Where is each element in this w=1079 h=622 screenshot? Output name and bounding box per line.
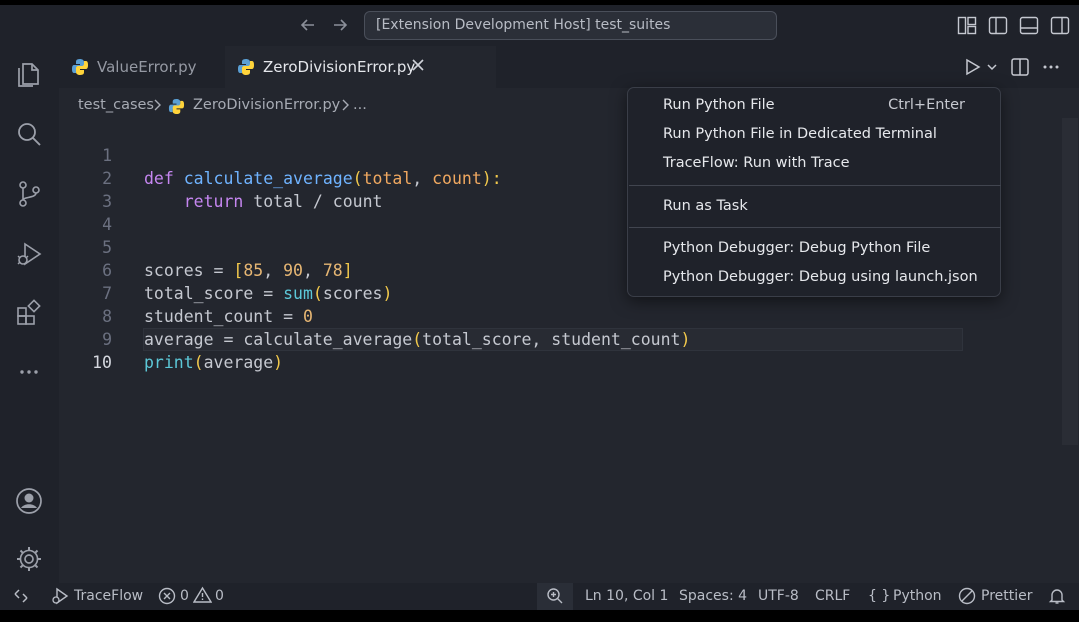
back-arrow-icon[interactable]: [298, 15, 318, 35]
sidebar-icon[interactable]: [988, 16, 1008, 35]
breadcrumb-file[interactable]: ZeroDivisionError.py: [193, 97, 340, 113]
run-menu: Run Python File Ctrl+Enter Run Python Fi…: [627, 87, 1001, 297]
line-number: 10: [92, 353, 112, 372]
encoding[interactable]: UTF-8: [758, 588, 799, 604]
forward-arrow-icon[interactable]: [330, 15, 350, 35]
tab-bar: ValueError.py ZeroDivisionError.py: [59, 46, 1079, 88]
tab-label: ValueError.py: [97, 58, 197, 76]
menu-shortcut: Ctrl+Enter: [888, 97, 965, 113]
bell-icon[interactable]: [1048, 587, 1066, 605]
split-editor-icon[interactable]: [1010, 57, 1030, 77]
menu-item-debug-launch-json[interactable]: Python Debugger: Debug using launch.json: [663, 269, 978, 291]
indentation[interactable]: Spaces: 4: [679, 588, 747, 604]
command-center[interactable]: [Extension Development Host] test_suites: [364, 11, 777, 40]
code-line: 10: [59, 328, 1059, 372]
settings-icon[interactable]: [14, 544, 44, 574]
menu-item-run-python-file[interactable]: Run Python File: [663, 97, 775, 119]
menu-item-run-as-task[interactable]: Run as Task: [663, 198, 748, 220]
language-braces: { }: [868, 588, 891, 604]
close-icon[interactable]: [411, 46, 425, 88]
vscode-window: [Extension Development Host] test_suites: [0, 5, 1079, 610]
explorer-icon[interactable]: [14, 60, 44, 90]
panel-icon[interactable]: [1019, 16, 1039, 35]
extensions-icon[interactable]: [14, 298, 44, 328]
traceflow-status[interactable]: TraceFlow: [74, 588, 143, 604]
layout-icon[interactable]: [957, 16, 977, 35]
zoom-icon: [546, 587, 564, 605]
cursor-position[interactable]: Ln 10, Col 1: [585, 588, 668, 604]
tab-valueerror[interactable]: ValueError.py: [59, 46, 224, 88]
remote-icon[interactable]: [12, 587, 30, 605]
error-icon[interactable]: [158, 587, 176, 605]
tab-label: ZeroDivisionError.py: [263, 58, 416, 76]
run-debug-icon: [50, 587, 70, 605]
activity-bar: [0, 46, 59, 583]
zoom-button[interactable]: [537, 583, 573, 610]
breadcrumb-symbol[interactable]: ...: [353, 97, 367, 113]
chevron-down-icon[interactable]: [985, 57, 999, 77]
source-control-icon[interactable]: [14, 179, 44, 209]
scrollbar[interactable]: [1062, 118, 1078, 445]
menu-separator: [629, 227, 1001, 228]
python-icon: [71, 58, 89, 76]
menu-item-run-dedicated-terminal[interactable]: Run Python File in Dedicated Terminal: [663, 126, 937, 148]
tab-zerodivisionerror[interactable]: ZeroDivisionError.py: [225, 46, 496, 88]
run-icon[interactable]: [962, 57, 984, 77]
run-debug-icon[interactable]: [14, 239, 44, 269]
secondary-sidebar-icon[interactable]: [1050, 16, 1070, 35]
chevron-right-icon: [152, 98, 162, 112]
more-icon[interactable]: [14, 357, 44, 387]
warning-count[interactable]: 0: [215, 588, 224, 604]
language-mode[interactable]: Python: [893, 588, 942, 604]
python-icon: [168, 98, 185, 115]
menu-separator: [629, 185, 1001, 186]
search-icon[interactable]: [14, 119, 44, 149]
menu-item-traceflow-run[interactable]: TraceFlow: Run with Trace: [663, 155, 850, 177]
breadcrumb-folder[interactable]: test_cases: [78, 97, 154, 113]
code-line: 9 print(average): [59, 305, 1059, 372]
error-count[interactable]: 0: [180, 588, 189, 604]
ellipsis-icon[interactable]: [1041, 57, 1061, 77]
title-bar: [Extension Development Host] test_suites: [0, 5, 1079, 46]
no-entry-icon: [958, 587, 976, 605]
line-ending[interactable]: CRLF: [815, 588, 850, 604]
chevron-right-icon: [340, 98, 350, 112]
formatter[interactable]: Prettier: [981, 588, 1033, 604]
status-bar: TraceFlow 0 0 Ln 10, Col 1 Spaces: 4 UTF…: [0, 583, 1079, 610]
python-icon: [237, 58, 255, 76]
account-icon[interactable]: [14, 486, 44, 516]
warning-icon[interactable]: [193, 586, 212, 604]
menu-item-debug-python-file[interactable]: Python Debugger: Debug Python File: [663, 240, 930, 262]
